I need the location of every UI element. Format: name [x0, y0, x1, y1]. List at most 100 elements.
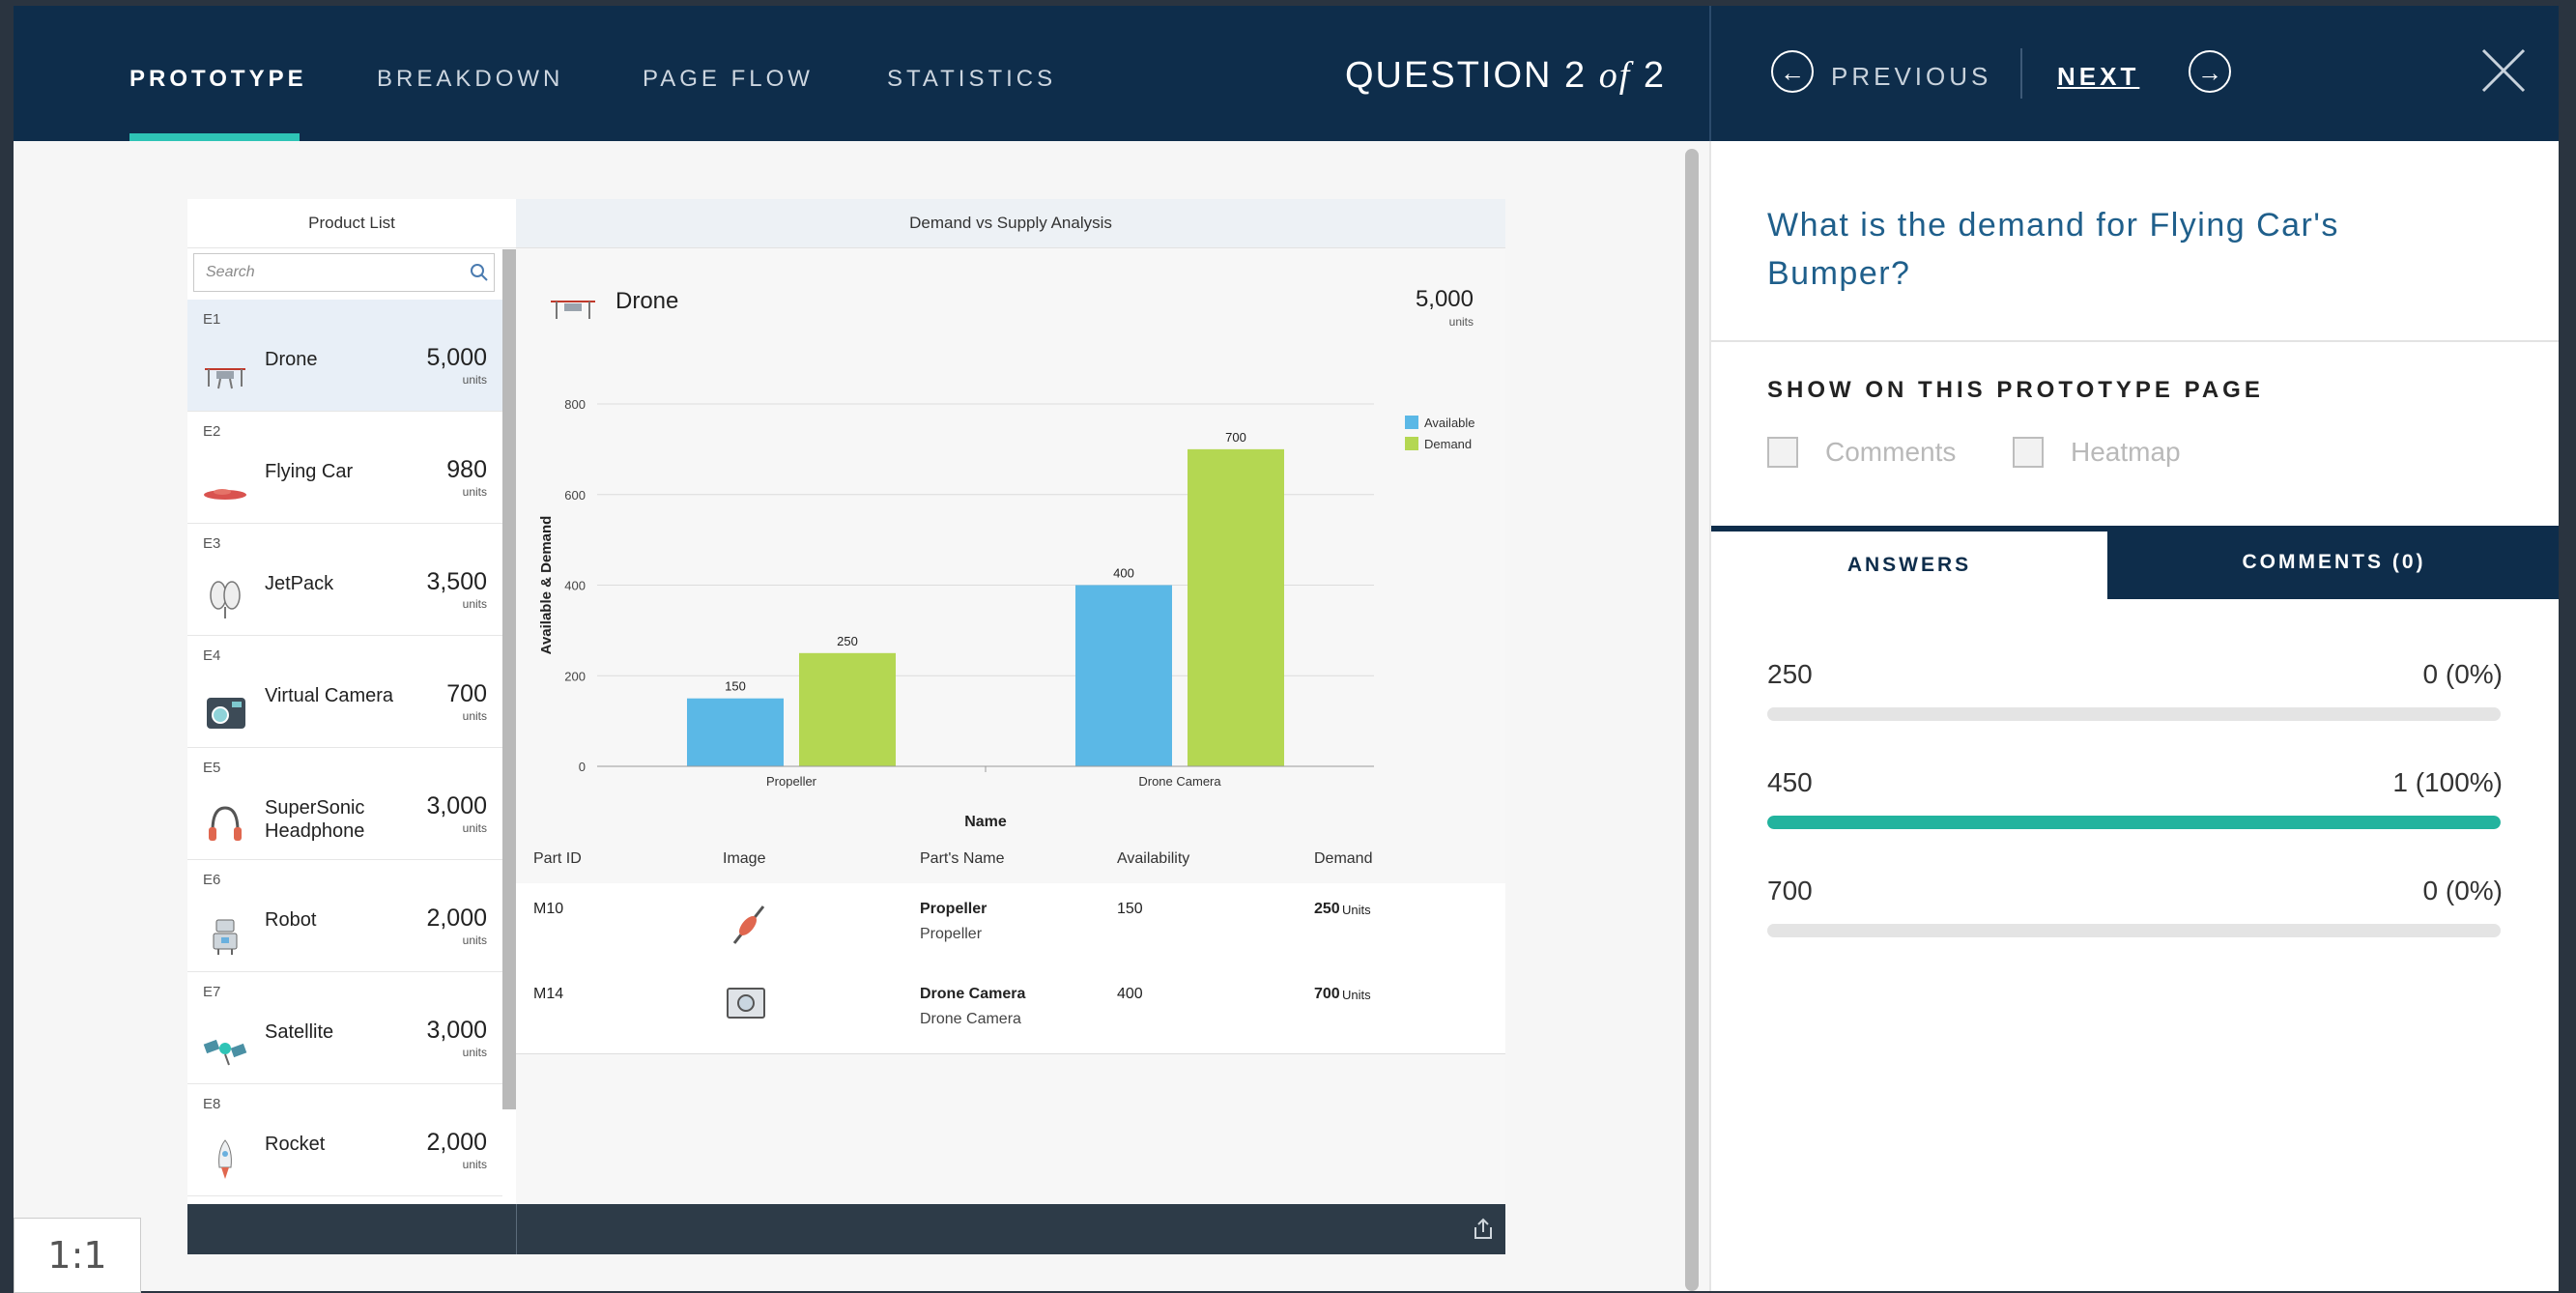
heatmap-checkbox[interactable] — [2013, 437, 2044, 468]
robot-icon — [213, 919, 238, 955]
share-icon[interactable] — [1473, 1218, 1494, 1241]
list-item-drone[interactable]: E1 Drone 5,000 units — [187, 300, 502, 412]
list-item-satellite[interactable]: E7 Satellite 3,000 units — [187, 972, 502, 1084]
question-of: of — [1598, 55, 1632, 96]
app-frame: PROTOTYPE BREAKDOWN PAGE FLOW STATISTICS… — [14, 6, 2559, 1291]
item-unit: units — [462, 373, 487, 387]
question-counter: QUESTION 2 of 2 — [1345, 54, 1666, 97]
next-button[interactable]: NEXT — [2057, 62, 2139, 92]
camera-icon — [207, 698, 245, 729]
item-name: Drone — [265, 349, 318, 370]
item-id: E8 — [203, 1096, 221, 1112]
item-id: E6 — [203, 872, 221, 888]
tab-prototype[interactable]: PROTOTYPE — [129, 66, 307, 93]
table-row[interactable]: M14 Drone Camera Drone Camera 400 700 Un… — [516, 968, 1505, 1054]
arrow-right-icon[interactable]: → — [2189, 50, 2231, 93]
close-icon[interactable] — [2479, 46, 2528, 95]
top-nav-bar: PROTOTYPE BREAKDOWN PAGE FLOW STATISTICS… — [14, 6, 1709, 141]
show-on-page-label: SHOW ON THIS PROTOTYPE PAGE — [1767, 377, 2264, 403]
search-icon[interactable] — [470, 263, 489, 282]
question-total: 2 — [1643, 55, 1666, 96]
y-axis-label: Available & Demand — [538, 516, 555, 655]
comments-checkbox-label: Comments — [1825, 437, 1957, 467]
tab-answers[interactable]: ANSWERS — [1711, 526, 2107, 599]
answer-progress-fill — [1767, 816, 2501, 829]
selected-product-value: 5,000 — [1415, 286, 1474, 312]
product-list-scrollbar[interactable] — [502, 249, 516, 1109]
propeller-icon — [732, 905, 765, 944]
y-tick-label: 600 — [564, 488, 586, 503]
data-label: 400 — [1113, 566, 1134, 581]
item-unit: units — [462, 934, 487, 947]
part-subtitle: Drone Camera — [920, 1011, 1021, 1027]
data-label: 150 — [725, 679, 746, 694]
chart-bar — [799, 652, 896, 766]
answer-progress-bar — [1767, 707, 2501, 721]
item-name: Flying Car — [265, 461, 354, 482]
item-value: 3,500 — [426, 568, 487, 595]
parts-table-header: Part ID Image Part's Name Availability D… — [516, 837, 1505, 884]
col-header-availability: Availability — [1117, 850, 1190, 867]
item-unit: units — [462, 1046, 487, 1059]
item-id: E2 — [203, 423, 221, 440]
item-value: 700 — [446, 680, 487, 707]
chart-bar — [687, 698, 784, 766]
part-name: Drone Camera — [920, 986, 1026, 1002]
arrow-left-icon[interactable]: ← — [1771, 50, 1814, 93]
part-id: M14 — [533, 986, 564, 1002]
search-input[interactable]: Search — [193, 253, 495, 292]
part-demand-unit: Units — [1342, 988, 1371, 1002]
table-row[interactable]: M10 Propeller Propeller 150 250 Units — [516, 883, 1505, 969]
x-axis-label: Name — [964, 814, 1007, 830]
item-name: Satellite — [265, 1021, 334, 1043]
part-demand: 700 — [1314, 986, 1340, 1002]
item-unit: units — [462, 485, 487, 499]
item-id: E5 — [203, 760, 221, 776]
active-tab-indicator — [129, 133, 300, 141]
item-id: E1 — [203, 311, 221, 328]
part-availability: 400 — [1117, 986, 1143, 1002]
selected-product-name: Drone — [615, 288, 679, 314]
drone-icon — [551, 301, 595, 319]
tab-breakdown[interactable]: BREAKDOWN — [377, 66, 563, 93]
comments-checkbox[interactable] — [1767, 437, 1798, 468]
item-id: E3 — [203, 535, 221, 552]
tab-statistics[interactable]: STATISTICS — [887, 66, 1056, 93]
detail-pane: Demand vs Supply Analysis Drone 5,000 un… — [516, 199, 1505, 1204]
item-name: Robot — [265, 909, 317, 931]
zoom-level-button[interactable]: 1:1 — [14, 1218, 141, 1293]
list-item-virtual-camera[interactable]: E4 Virtual Camera 700 units — [187, 636, 502, 748]
preview-scrollbar[interactable] — [1685, 149, 1699, 1291]
data-label: 250 — [837, 634, 858, 648]
demand-supply-chart: 0 200 400 600 800 150 250 Propeller 400 700 Drone … — [538, 397, 1475, 830]
prototype-screen: Product List Search E1 Drone 5,000 units… — [187, 199, 1505, 1254]
drone-icon — [205, 368, 245, 389]
tab-page-flow[interactable]: PAGE FLOW — [643, 66, 814, 93]
list-item-robot[interactable]: E6 Robot 2,000 units — [187, 860, 502, 972]
item-id: E4 — [203, 647, 221, 664]
panel-divider — [1711, 340, 2559, 342]
list-item-flying-car[interactable]: E2 Flying Car 980 units — [187, 412, 502, 524]
data-label: 700 — [1225, 430, 1246, 445]
answer-option-count: 0 (0%) — [2422, 659, 2503, 689]
list-item-headphone[interactable]: E5 SuperSonic Headphone 3,000 units — [187, 748, 502, 860]
item-value: 2,000 — [426, 905, 487, 932]
satellite-icon — [203, 1039, 247, 1066]
item-name: Virtual Camera — [265, 685, 394, 706]
question-nav-header: ← PREVIOUS NEXT → — [1709, 6, 2559, 141]
y-tick-label: 0 — [579, 760, 586, 774]
item-name: JetPack — [265, 573, 334, 594]
detail-title: Demand vs Supply Analysis — [516, 199, 1505, 248]
x-tick-label: Drone Camera — [1138, 774, 1221, 789]
part-demand-unit: Units — [1342, 903, 1371, 917]
list-item-jetpack[interactable]: E3 JetPack 3,500 units — [187, 524, 502, 636]
list-item-rocket[interactable]: E8 Rocket 2,000 units — [187, 1084, 502, 1196]
tab-comments[interactable]: COMMENTS (0) — [2107, 526, 2559, 599]
previous-button[interactable]: PREVIOUS — [1831, 62, 1991, 92]
y-tick-label: 400 — [564, 579, 586, 593]
prototype-footer-bar — [187, 1204, 1505, 1254]
legend-swatch — [1405, 416, 1418, 429]
part-name: Propeller — [920, 901, 987, 917]
answer-option-label: 700 — [1767, 876, 1813, 905]
jetpack-icon — [210, 581, 241, 618]
